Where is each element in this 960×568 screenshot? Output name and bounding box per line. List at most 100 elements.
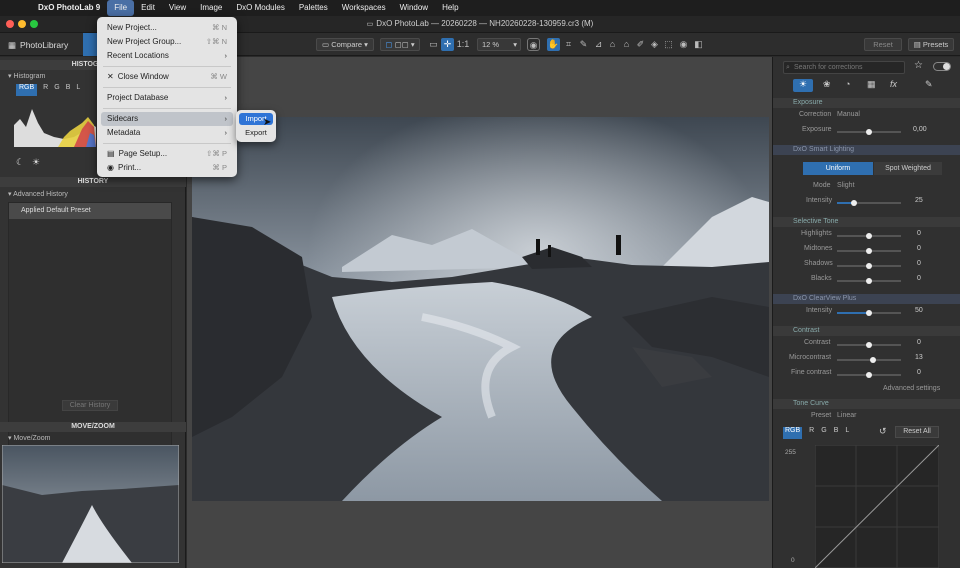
menu-help[interactable]: Help [435,0,465,16]
submenu-export[interactable]: Export [239,127,273,139]
eye-icon[interactable]: ◉ [677,38,690,51]
move-icon[interactable]: ✛ [441,38,454,51]
menu-recent-locations[interactable]: Recent Locations › [97,49,237,63]
compare-button[interactable]: ▭ Compare ▾ [316,38,374,51]
favorites-star-icon[interactable]: ☆ [914,60,923,71]
curve-channel-r[interactable]: R [809,427,814,439]
fine-contrast-slider[interactable] [837,372,901,378]
fit-icon[interactable]: ▭ [427,38,440,51]
crop-icon[interactable]: ⌗ [562,38,575,51]
fx-palette-icon[interactable]: fx [890,79,897,89]
navigator-thumbnail[interactable] [2,445,179,563]
menu-new-project[interactable]: New Project... ⌘ N [97,21,237,35]
menu-page-setup[interactable]: ▤ Page Setup... ⇧⌘ P [97,147,237,161]
menu-new-project-group[interactable]: New Project Group... ⇧⌘ N [97,35,237,49]
tab-photolibrary[interactable]: ▦ PhotoLibrary [8,37,68,53]
spot-weighted-button[interactable]: Spot Weighted [874,162,942,175]
tone-curve-section[interactable]: Tone Curve [773,399,960,409]
menu-image[interactable]: Image [193,0,229,16]
menu-edit[interactable]: Edit [134,0,162,16]
channel-g[interactable]: G [54,84,59,96]
menu-view[interactable]: View [162,0,193,16]
zoom-select[interactable]: 12 % ▾ [477,38,521,51]
color-palette-icon[interactable]: ❀ [823,79,831,90]
cv-intensity-value[interactable]: 50 [915,307,923,314]
menu-sidecars[interactable]: Sidecars › [101,112,233,126]
menu-project-database[interactable]: Project Database › [97,91,237,105]
channel-l[interactable]: L [76,84,80,96]
perspective-icon[interactable]: ⊿ [592,38,605,51]
shadows-slider[interactable] [837,263,901,269]
contrast-slider[interactable] [837,342,901,348]
menu-app[interactable]: DxO PhotoLab 9 [31,0,107,16]
shadows-value[interactable]: 0 [917,260,921,267]
blacks-slider[interactable] [837,278,901,284]
cv-intensity-slider[interactable] [837,310,901,316]
mode-select[interactable]: Slight [837,182,855,189]
highlight-clipping-icon[interactable]: ☀ [32,157,40,168]
picker-icon[interactable]: ✎ [577,38,590,51]
presets-button[interactable]: ▤ Presets [908,38,954,51]
selective-tone-section[interactable]: Selective Tone [773,217,960,227]
correction-select[interactable]: Manual [837,111,860,118]
tone-preset-select[interactable]: Linear [837,412,856,419]
fine-contrast-value[interactable]: 0 [917,369,921,376]
reset-button[interactable]: Reset [864,38,902,51]
curve-channel-rgb[interactable]: RGB [783,427,803,439]
horizon-icon[interactable]: ⌂ [606,38,619,51]
light-palette-icon[interactable]: ☀ [793,79,813,92]
advanced-settings-link[interactable]: Advanced settings [883,385,940,392]
contrast-section[interactable]: Contrast [773,326,960,336]
menu-file[interactable]: File [107,0,135,16]
menu-window[interactable]: Window [393,0,435,16]
menu-workspaces[interactable]: Workspaces [335,0,393,16]
highlights-slider[interactable] [837,233,901,239]
menu-close-window[interactable]: ✕ Close Window ⌘ W [97,70,237,84]
exposure-slider[interactable] [837,129,901,135]
menu-palettes[interactable]: Palettes [292,0,335,16]
curve-channel-b[interactable]: B [834,427,839,439]
contrast-value[interactable]: 0 [917,339,921,346]
movezoom-header[interactable]: MOVE/ZOOM [0,422,186,432]
sl-intensity-slider[interactable] [837,200,901,206]
search-corrections-input[interactable]: ⌕ Search for corrections [783,61,905,74]
exposure-value[interactable]: 0,00 [913,126,927,133]
history-header[interactable]: HISTORY [0,177,186,187]
exposure-section[interactable]: Exposure [773,98,960,108]
tone-curve-graph[interactable] [815,445,939,568]
reset-all-button[interactable]: Reset All [895,426,939,438]
mask-icon[interactable]: ⬚ [662,38,675,51]
menu-metadata[interactable]: Metadata › [97,126,237,140]
undo-curve-icon[interactable]: ↺ [879,426,887,437]
view-mode-button[interactable]: ▢ ▢▢ ▾ [380,38,420,51]
channel-r[interactable]: R [43,84,48,96]
channel-rgb[interactable]: RGB [16,84,38,96]
panel-toggle[interactable] [933,62,951,71]
clear-history-button[interactable]: Clear History [62,400,118,411]
retouch-icon[interactable]: ✐ [634,38,647,51]
sl-intensity-value[interactable]: 25 [915,197,923,204]
repair-icon[interactable]: ◈ [648,38,661,51]
compare-split-icon[interactable]: ◧ [692,38,705,51]
menu-print[interactable]: ◉ Print... ⌘ P [97,161,237,175]
midtones-slider[interactable] [837,248,901,254]
channel-b[interactable]: B [66,84,71,96]
midtones-value[interactable]: 0 [917,245,921,252]
clearview-section[interactable]: DxO ClearView Plus [773,294,960,304]
zoom-1to1-button[interactable]: 1:1 [456,38,470,51]
curve-channel-l[interactable]: L [845,427,849,439]
shadow-clipping-icon[interactable]: ☾ [16,157,24,168]
blacks-value[interactable]: 0 [917,275,921,282]
shape-icon[interactable]: ⌂ [620,38,633,51]
photo-preview[interactable] [192,117,769,501]
detail-palette-icon[interactable]: ◔ [845,79,850,89]
uniform-mode-button[interactable]: Uniform [803,162,873,175]
curve-channel-g[interactable]: G [821,427,826,439]
highlights-value[interactable]: 0 [917,230,921,237]
smart-lighting-section[interactable]: DxO Smart Lighting [773,145,960,155]
local-adjust-icon[interactable]: ✎ [925,79,933,90]
microcontrast-value[interactable]: 13 [915,354,923,361]
geometry-palette-icon[interactable]: ▦ [867,79,876,90]
view-icon[interactable]: ◉ [527,38,540,51]
microcontrast-slider[interactable] [837,357,901,363]
